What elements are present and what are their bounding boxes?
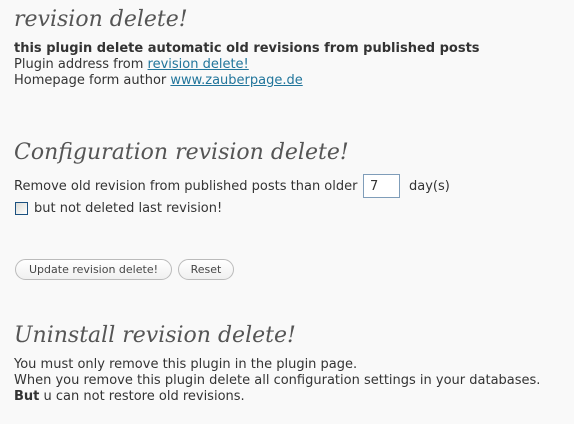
keep-last-revision-checkbox[interactable] (15, 202, 28, 215)
configuration-title: Configuration revision delete! (14, 140, 349, 165)
page-title: revision delete! (14, 7, 188, 32)
uninstall-warning-text: u can not restore old revisions. (39, 389, 245, 404)
plugin-settings-page: revision delete! this plugin delete auto… (0, 0, 574, 424)
update-button[interactable]: Update revision delete! (15, 259, 172, 280)
reset-button[interactable]: Reset (178, 259, 234, 280)
homepage-link[interactable]: www.zauberpage.de (170, 73, 302, 88)
uninstall-line-1: You must only remove this plugin in the … (14, 357, 358, 372)
uninstall-title: Uninstall revision delete! (14, 323, 296, 348)
uninstall-line-3: But u can not restore old revisions. (14, 389, 245, 405)
homepage-line: Homepage form author www.zauberpage.de (14, 73, 303, 89)
homepage-label: Homepage form author (14, 73, 171, 88)
plugin-address-line: Plugin address from revision delete! (14, 57, 249, 73)
plugin-address-link[interactable]: revision delete! (148, 57, 249, 72)
days-input[interactable] (363, 174, 400, 198)
plugin-description: this plugin delete automatic old revisio… (14, 41, 480, 56)
uninstall-line-2: When you remove this plugin delete all c… (14, 373, 541, 388)
uninstall-warning-bold: But (14, 389, 40, 404)
days-unit-label: day(s) (409, 179, 450, 194)
remove-old-revision-label: Remove old revision from published posts… (14, 179, 358, 194)
plugin-address-label: Plugin address from (14, 57, 148, 72)
keep-last-revision-label: but not deleted last revision! (34, 201, 223, 216)
